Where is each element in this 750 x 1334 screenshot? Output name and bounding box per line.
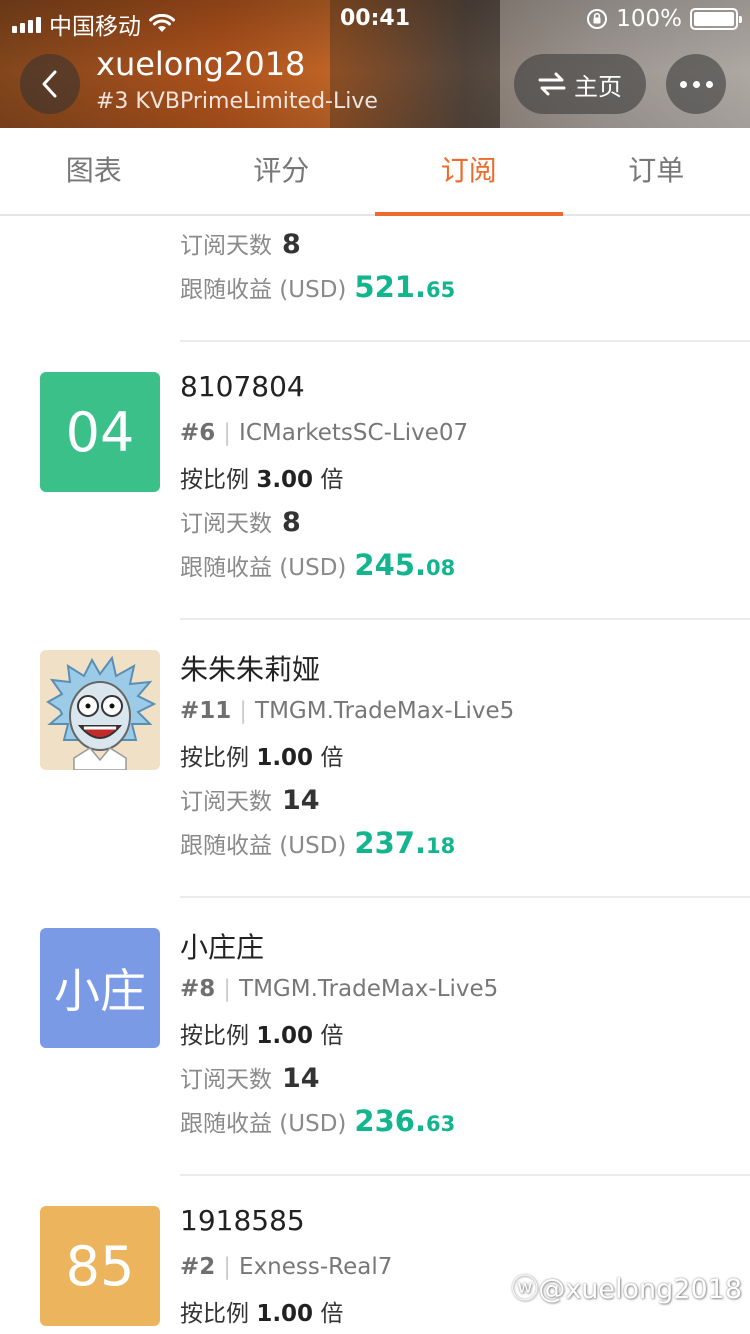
cartoon-character-avatar [40, 650, 160, 770]
ratio-suffix: 倍 [320, 1301, 344, 1327]
ratio-suffix: 倍 [320, 467, 344, 493]
broker-server: TMGM.TradeMax-Live5 [239, 976, 499, 1002]
rank-badge: #8 [180, 976, 216, 1002]
profit-label: 跟随收益 (USD) [180, 277, 347, 303]
account-server: #3 KVBPrimeLimited-Live [96, 89, 378, 114]
profit-label: 跟随收益 (USD) [180, 1111, 347, 1137]
profit-value-dec: 65 [425, 278, 456, 302]
days-label: 订阅天数 [180, 511, 272, 537]
account-title: xuelong2018 #3 KVBPrimeLimited-Live [96, 44, 378, 120]
watermark-text: @xuelong2018 [538, 1274, 742, 1305]
days-label: 订阅天数 [180, 1067, 272, 1093]
rank-badge: #2 [180, 1254, 216, 1280]
days-value: 14 [282, 1063, 320, 1094]
subscription-list[interactable]: 订阅天数 8 跟随收益 (USD) 521.65 04 8107804 #6 | ICM… [0, 218, 750, 1334]
more-button[interactable] [666, 54, 726, 114]
broker-server: ICMarketsSC-Live07 [239, 420, 469, 446]
weibo-logo-icon: ⓦ [511, 1274, 539, 1305]
profit-value-dec: 18 [425, 834, 456, 858]
ratio-prefix: 按比例 [180, 467, 249, 493]
days-value: 8 [282, 507, 301, 538]
ratio-suffix: 倍 [320, 1023, 344, 1049]
ratio-value: 1.00 [256, 745, 314, 771]
back-button[interactable] [20, 54, 80, 114]
divider [180, 340, 750, 342]
profit-label: 跟随收益 (USD) [180, 833, 347, 859]
days-label: 订阅天数 [180, 233, 272, 259]
ratio-prefix: 按比例 [180, 745, 249, 771]
account-name: 小庄庄 [180, 931, 265, 964]
ratio-prefix: 按比例 [180, 1301, 249, 1327]
tab-chart[interactable]: 图表 [0, 128, 188, 214]
ratio-value: 1.00 [256, 1023, 314, 1049]
profit-value-dec: 08 [425, 556, 456, 580]
divider [180, 1174, 750, 1176]
swap-arrows-icon [538, 72, 566, 96]
cartoon-face-icon [46, 655, 157, 770]
account-name: 朱朱朱莉娅 [180, 653, 321, 686]
avatar: 小庄 [40, 928, 160, 1048]
account-name: 8107804 [180, 370, 305, 403]
broker-server: Exness-Real7 [239, 1254, 393, 1280]
account-username: xuelong2018 [96, 45, 306, 83]
profit-value-int: 245. [354, 548, 426, 582]
rotation-lock-icon [587, 9, 608, 29]
broker-server: TMGM.TradeMax-Live5 [255, 698, 515, 724]
profit-value-dec: 63 [425, 1112, 456, 1136]
divider [180, 618, 750, 620]
chevron-left-icon [42, 70, 57, 98]
profit-value-int: 521. [354, 270, 426, 304]
home-button[interactable]: 主页 [514, 54, 646, 114]
profit-label: 跟随收益 (USD) [180, 555, 347, 581]
watermark: ⓦ@xuelong2018 [511, 1267, 742, 1306]
tab-orders[interactable]: 订单 [563, 128, 750, 214]
days-label: 订阅天数 [180, 789, 272, 815]
rank-badge: #6 [180, 420, 216, 446]
ratio-value: 3.00 [256, 467, 314, 493]
status-bar: 中国移动 00:41 100% [0, 0, 750, 40]
avatar: 85 [40, 1206, 160, 1326]
battery-icon [690, 8, 742, 30]
profit-value-int: 237. [354, 826, 426, 860]
ratio-prefix: 按比例 [180, 1023, 249, 1049]
avatar: 04 [40, 372, 160, 492]
tab-bar: 图表 评分 订阅 订单 [0, 128, 750, 216]
account-name: 1918585 [180, 1204, 305, 1237]
tab-subscription[interactable]: 订阅 [375, 128, 563, 216]
ellipsis-icon [679, 80, 687, 88]
divider [180, 896, 750, 898]
home-button-label: 主页 [574, 72, 622, 101]
ratio-value: 1.00 [256, 1301, 314, 1327]
battery-percent: 100% [616, 6, 682, 32]
rank-badge: #11 [180, 698, 232, 724]
days-value: 14 [282, 785, 320, 816]
tab-rating[interactable]: 评分 [188, 128, 376, 214]
profit-value-int: 236. [354, 1104, 426, 1138]
days-value: 8 [282, 229, 301, 260]
ratio-suffix: 倍 [320, 745, 344, 771]
profile-header: 中国移动 00:41 100% xuelong2018 #3 KVBPrimeL… [0, 0, 750, 128]
